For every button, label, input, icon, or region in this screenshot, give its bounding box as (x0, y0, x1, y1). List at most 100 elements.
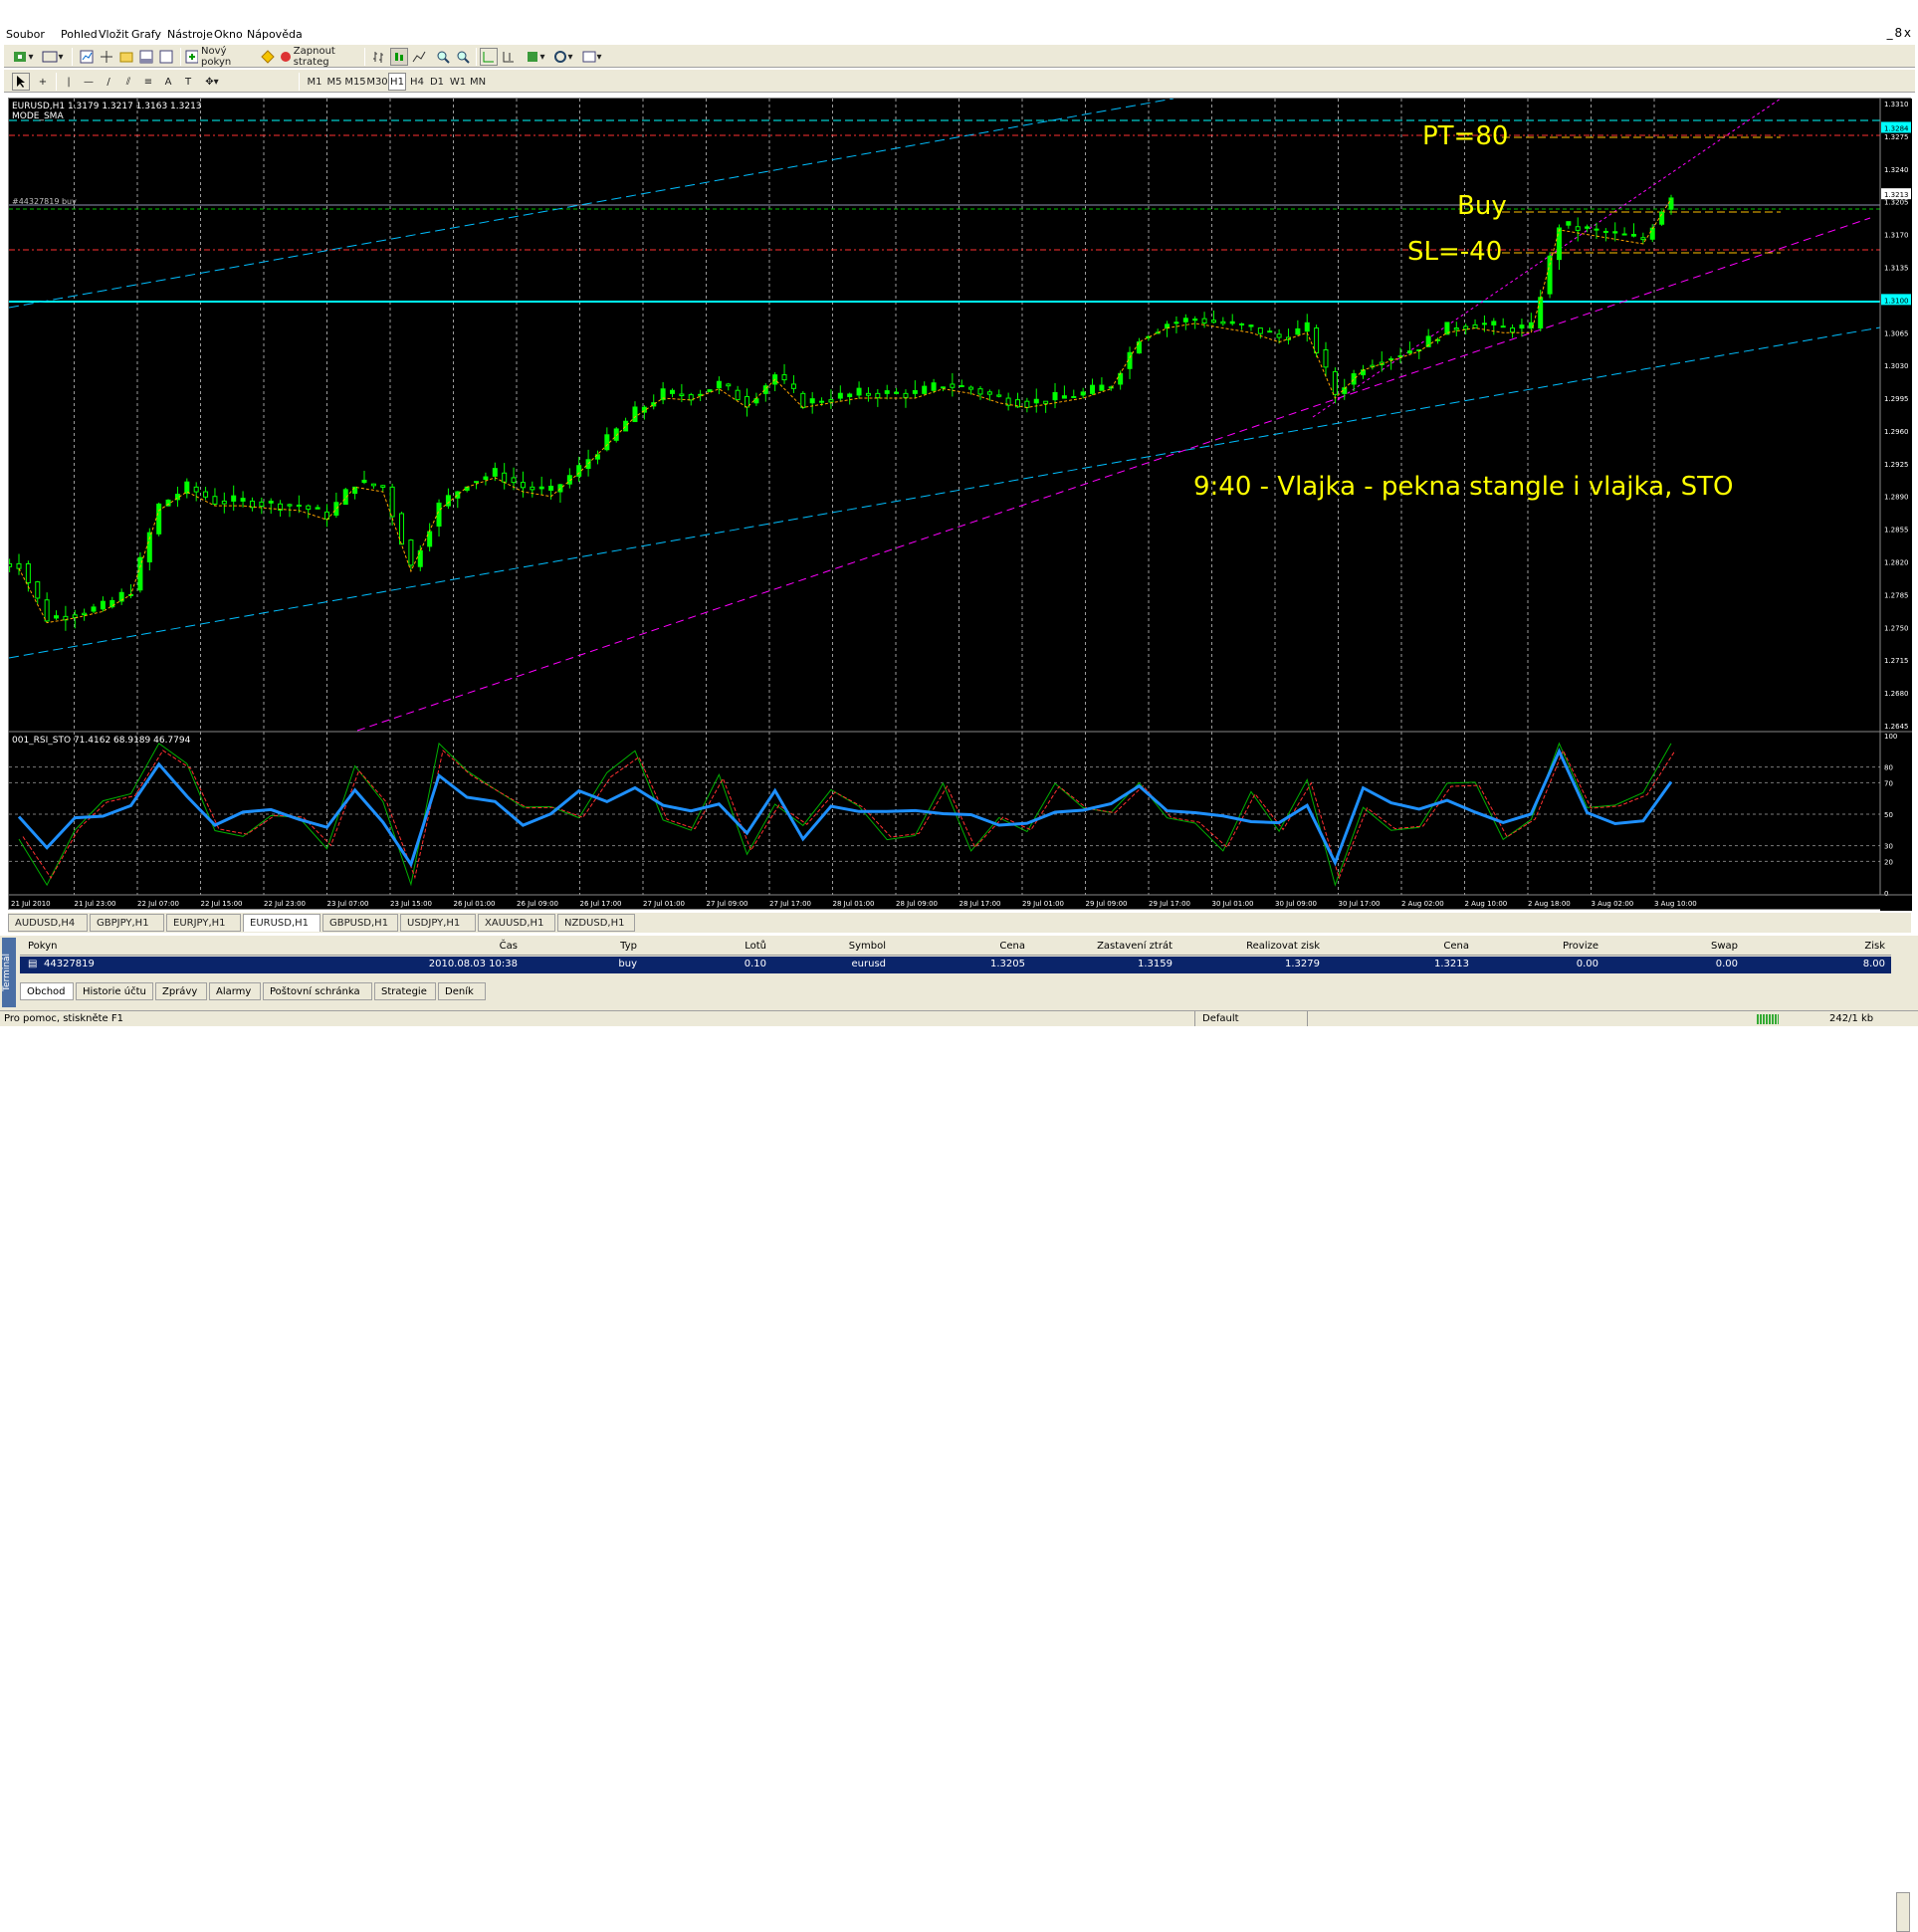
tab-audusd[interactable]: AUDUSD,H4 (8, 914, 88, 932)
zoom-out-icon[interactable] (454, 48, 472, 66)
fibo-icon[interactable]: ≡ (139, 73, 157, 91)
candle-body (221, 500, 227, 505)
tab-eurusd[interactable]: EURUSD,H1 (243, 914, 320, 932)
tab-experts[interactable]: Strategie (374, 982, 436, 1000)
tf-d1[interactable]: D1 (428, 73, 446, 91)
col-time[interactable]: Čas (348, 941, 518, 952)
candle-body (912, 389, 918, 394)
line-chart-button[interactable] (410, 48, 428, 66)
arrows-tool-icon[interactable]: ✥▾ (199, 73, 225, 91)
tab-gbpjpy[interactable]: GBPJPY,H1 (90, 914, 164, 932)
order-row[interactable]: ▤ 44327819 2010.08.03 10:38 buy 0.10 eur… (20, 957, 1891, 973)
data-window-button[interactable] (98, 48, 115, 66)
candle-body (361, 479, 367, 484)
sl-annotation: SL=-40 (1407, 237, 1502, 267)
order-price: 1.3205 (990, 959, 1025, 969)
new-chart-button[interactable]: ▾ (10, 48, 36, 66)
menu-view[interactable]: Pohled (61, 28, 98, 41)
tf-m5[interactable]: M5 (324, 73, 344, 91)
tf-h1[interactable]: H1 (388, 73, 406, 91)
metaeditor-button[interactable] (259, 48, 277, 66)
col-price[interactable]: Cena (896, 941, 1025, 952)
menu-file[interactable]: Soubor (6, 28, 45, 41)
price-tick-label: 1.2645 (1884, 723, 1909, 731)
candle-body (240, 498, 246, 502)
menu-tools[interactable]: Nástroje (167, 28, 213, 41)
periods-button[interactable]: ▾ (551, 48, 575, 66)
terminal-scrollbar[interactable] (1896, 1892, 1910, 1932)
order-swap: 0.00 (1715, 959, 1738, 969)
autoscroll-button[interactable] (480, 48, 498, 66)
col-tp[interactable]: Realizovat zisk (1182, 941, 1320, 952)
tf-w1[interactable]: W1 (448, 73, 468, 91)
new-order-button[interactable]: Nový pokyn (185, 46, 255, 68)
order-icon: ▤ (28, 959, 38, 969)
tab-eurjpy[interactable]: EURJPY,H1 (166, 914, 241, 932)
candle-body (1472, 323, 1478, 328)
label-tool-icon[interactable]: T (179, 73, 197, 91)
col-swap[interactable]: Swap (1608, 941, 1738, 952)
templates-button[interactable]: ▾ (579, 48, 605, 66)
market-watch-button[interactable] (78, 48, 96, 66)
vertical-line-icon[interactable]: | (60, 73, 78, 91)
candle-body (800, 392, 806, 408)
mdi-window-controls[interactable]: _ 8 x (1887, 26, 1918, 44)
tab-news[interactable]: Zprávy (155, 982, 207, 1000)
col-commission[interactable]: Provize (1479, 941, 1598, 952)
status-traffic: 242/1 kb (1829, 1013, 1874, 1024)
tf-m30[interactable]: M30 (366, 73, 388, 91)
tab-account-history[interactable]: Historie účtu (76, 982, 153, 1000)
menu-window[interactable]: Okno (214, 28, 243, 41)
tab-mailbox[interactable]: Poštovní schránka (263, 982, 372, 1000)
tab-alerts[interactable]: Alarmy (209, 982, 261, 1000)
autotrading-button[interactable]: Zapnout strateg (279, 46, 360, 68)
tab-journal[interactable]: Deník (438, 982, 486, 1000)
sub-info: 001_RSI_STO 71.4162 68.9189 46.7794 (12, 736, 191, 746)
col-type[interactable]: Typ (537, 941, 637, 952)
menu-insert[interactable]: Vložit (99, 28, 128, 41)
crosshair-icon[interactable]: + (34, 73, 52, 91)
terminal-button[interactable] (137, 48, 155, 66)
candle-body (483, 476, 489, 481)
tf-h4[interactable]: H4 (408, 73, 426, 91)
tf-m1[interactable]: M1 (305, 73, 324, 91)
indicators-button[interactable]: ▾ (524, 48, 547, 66)
col-symbol[interactable]: Symbol (776, 941, 886, 952)
candle-body (203, 491, 209, 498)
chart-canvas[interactable]: EURUSD,H1 1.3179 1.3217 1.3163 1.3213 MO… (9, 99, 1912, 911)
tab-xauusd[interactable]: XAUUSD,H1 (478, 914, 555, 932)
price-tick-label: 1.2715 (1884, 657, 1909, 665)
cursor-icon[interactable] (12, 73, 30, 91)
text-tool-icon[interactable]: A (159, 73, 177, 91)
col-price2[interactable]: Cena (1330, 941, 1469, 952)
horizontal-line-icon[interactable]: — (80, 73, 98, 91)
candle-body (100, 600, 106, 610)
chart-shift-button[interactable] (500, 48, 518, 66)
tester-button[interactable] (157, 48, 175, 66)
trendline-icon[interactable]: / (100, 73, 117, 91)
channel-icon[interactable]: ⫽ (119, 73, 137, 91)
tab-gbpusd[interactable]: GBPUSD,H1 (322, 914, 398, 932)
navigator-button[interactable] (117, 48, 135, 66)
time-tick-label: 22 Jul 07:00 (137, 900, 179, 908)
zoom-in-icon[interactable] (434, 48, 452, 66)
candle-body (828, 399, 834, 403)
tf-m15[interactable]: M15 (344, 73, 366, 91)
col-sl[interactable]: Zastavení ztrát (1035, 941, 1172, 952)
tab-nzdusd[interactable]: NZDUSD,H1 (557, 914, 635, 932)
tab-usdjpy[interactable]: USDJPY,H1 (400, 914, 476, 932)
candle-body (1118, 372, 1124, 385)
col-order[interactable]: Pokyn (28, 941, 57, 952)
chart-window[interactable]: EURUSD,H1 1.3179 1.3217 1.3163 1.3213 MO… (8, 98, 1912, 911)
col-lots[interactable]: Lotů (647, 941, 766, 952)
profiles-button[interactable]: ▾ (40, 48, 66, 66)
candlestick-button[interactable] (390, 48, 408, 66)
tab-trade[interactable]: Obchod (20, 982, 74, 1000)
bar-chart-button[interactable] (370, 48, 388, 66)
menu-help[interactable]: Nápověda (247, 28, 303, 41)
col-profit[interactable]: Zisk (1748, 941, 1885, 952)
price-tick-label: 1.3030 (1884, 362, 1909, 370)
tf-mn[interactable]: MN (468, 73, 488, 91)
menu-charts[interactable]: Grafy (131, 28, 161, 41)
candle-body (781, 374, 787, 381)
